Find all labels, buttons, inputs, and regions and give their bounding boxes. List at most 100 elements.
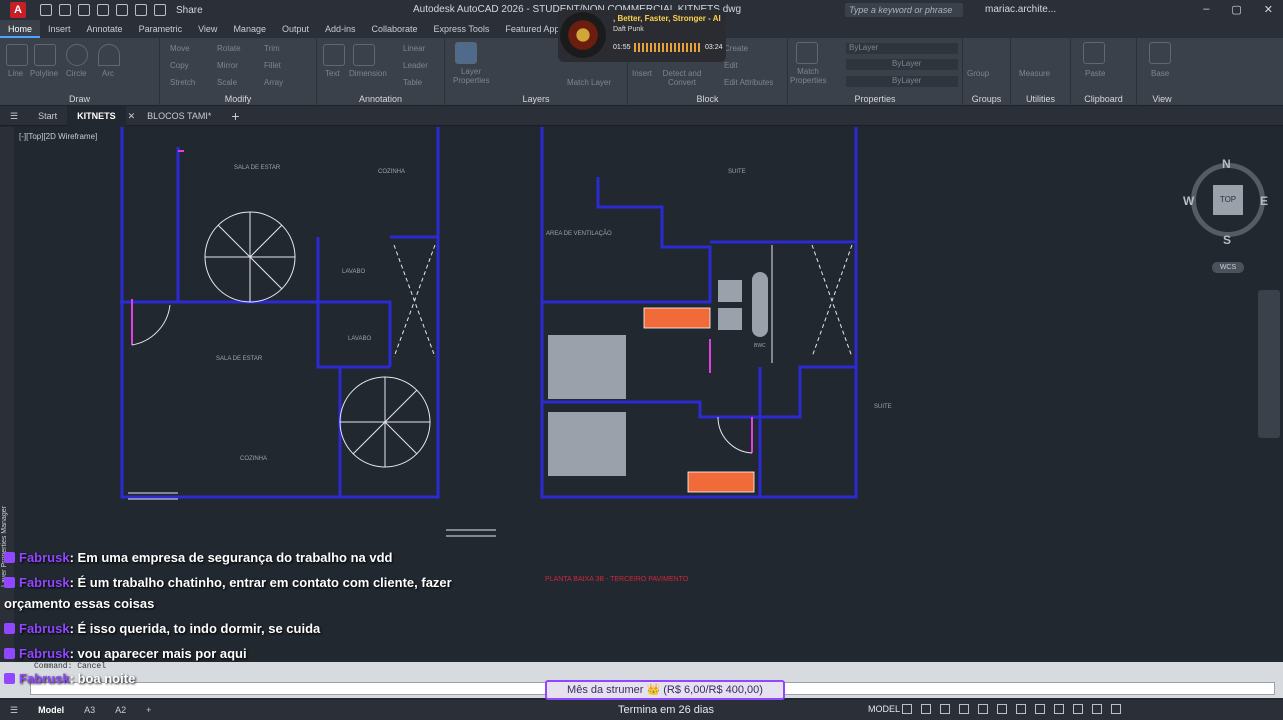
undo-icon[interactable]: [135, 4, 147, 16]
create-block-button[interactable]: Create: [724, 44, 748, 53]
otrack-icon[interactable]: [997, 704, 1007, 714]
compass-east[interactable]: E: [1260, 194, 1268, 208]
view-panel-title[interactable]: View: [1137, 94, 1187, 104]
compass-north[interactable]: N: [1222, 157, 1231, 171]
block-panel-title[interactable]: Block: [628, 94, 787, 104]
model-space-toggle[interactable]: MODEL: [868, 704, 900, 714]
color-select[interactable]: ByLayer: [846, 43, 958, 54]
trim-button[interactable]: Trim: [264, 44, 280, 53]
table-button[interactable]: Table: [403, 78, 422, 87]
scale-button[interactable]: Scale: [217, 78, 237, 87]
search-input[interactable]: Type a keyword or phrase: [845, 3, 963, 17]
array-button[interactable]: Array: [264, 78, 283, 87]
plot-icon[interactable]: [116, 4, 128, 16]
save-icon[interactable]: [78, 4, 90, 16]
tab-add-ins[interactable]: Add-ins: [317, 20, 364, 38]
paste-button[interactable]: Paste: [1085, 69, 1105, 78]
doc-tab-blocos-tami[interactable]: BLOCOS TAMI*: [137, 106, 221, 126]
new-file-icon[interactable]: [40, 4, 52, 16]
modify-panel-title[interactable]: Modify: [160, 94, 316, 104]
base-view-button[interactable]: Base: [1151, 69, 1169, 78]
tab-insert[interactable]: Insert: [40, 20, 79, 38]
customization-icon[interactable]: [1111, 704, 1121, 714]
linetype-select[interactable]: ByLayer: [846, 59, 958, 70]
utilities-panel-title[interactable]: Utilities: [1011, 94, 1070, 104]
match-properties-button[interactable]: Match Properties: [790, 67, 826, 85]
open-file-icon[interactable]: [59, 4, 71, 16]
dimension-icon[interactable]: [353, 44, 375, 66]
redo-icon[interactable]: [154, 4, 166, 16]
lineweight-icon[interactable]: [1016, 704, 1026, 714]
add-layout-icon[interactable]: +: [136, 705, 161, 715]
share-button[interactable]: Share: [176, 5, 203, 16]
text-button[interactable]: Text: [325, 69, 340, 78]
app-menu-icon[interactable]: ☰: [0, 106, 28, 126]
edit-attributes-button[interactable]: Edit Attributes: [724, 78, 773, 87]
match-layer-button[interactable]: Match Layer: [567, 78, 611, 87]
wcs-menu[interactable]: WCS: [1212, 262, 1244, 273]
draw-panel-title[interactable]: Draw: [0, 94, 159, 104]
groups-panel-title[interactable]: Groups: [963, 94, 1010, 104]
group-button[interactable]: Group: [967, 69, 989, 78]
mirror-button[interactable]: Mirror: [217, 61, 238, 70]
viewport-controls[interactable]: [-][Top][2D Wireframe]: [19, 132, 97, 141]
close-icon[interactable]: ✕: [1264, 3, 1273, 16]
ortho-icon[interactable]: [940, 704, 950, 714]
rotate-button[interactable]: Rotate: [217, 44, 241, 53]
stretch-button[interactable]: Stretch: [170, 78, 195, 87]
polar-icon[interactable]: [959, 704, 969, 714]
selection-cycling-icon[interactable]: [1054, 704, 1064, 714]
arc-icon[interactable]: [98, 44, 120, 66]
tab-home[interactable]: Home: [0, 20, 41, 38]
annotation-scale-icon[interactable]: [1073, 704, 1083, 714]
tab-view[interactable]: View: [190, 20, 225, 38]
layer-properties-button[interactable]: Layer Properties: [453, 67, 489, 85]
navigation-bar[interactable]: [1258, 290, 1280, 438]
layout-menu-icon[interactable]: ☰: [0, 705, 28, 716]
polyline-icon[interactable]: [34, 44, 56, 66]
line-button[interactable]: Line: [8, 69, 23, 78]
properties-panel-title[interactable]: Properties: [788, 94, 962, 104]
doc-tab-kitnets[interactable]: KITNETS: [67, 105, 126, 126]
circle-icon[interactable]: [66, 44, 88, 66]
workspace-icon[interactable]: [1092, 704, 1102, 714]
viewcube[interactable]: TOP N S E W: [1183, 157, 1271, 247]
paste-icon[interactable]: [1083, 42, 1105, 64]
text-icon[interactable]: [323, 44, 345, 66]
dimension-button[interactable]: Dimension: [349, 69, 387, 78]
measure-button[interactable]: Measure: [1019, 69, 1050, 78]
leader-button[interactable]: Leader: [403, 61, 428, 70]
match-properties-icon[interactable]: [796, 42, 818, 64]
grid-icon[interactable]: [902, 704, 912, 714]
detect-convert-button[interactable]: Detect and Convert: [660, 69, 704, 87]
tab-output[interactable]: Output: [274, 20, 317, 38]
polyline-button[interactable]: Polyline: [30, 69, 58, 78]
base-view-icon[interactable]: [1149, 42, 1171, 64]
user-account-button[interactable]: mariac.archite...: [985, 4, 1056, 15]
doc-tab-start[interactable]: Start: [28, 106, 67, 126]
tab-parametric[interactable]: Parametric: [131, 20, 191, 38]
tab-manage[interactable]: Manage: [225, 20, 274, 38]
tab-collaborate[interactable]: Collaborate: [364, 20, 426, 38]
compass-west[interactable]: W: [1183, 194, 1194, 208]
compass-south[interactable]: S: [1223, 233, 1231, 247]
annotation-panel-title[interactable]: Annotation: [317, 94, 444, 104]
circle-button[interactable]: Circle: [66, 69, 86, 78]
maximize-icon[interactable]: ▢: [1231, 3, 1241, 16]
layers-panel-title[interactable]: Layers: [445, 94, 627, 104]
fillet-button[interactable]: Fillet: [264, 61, 281, 70]
minimize-icon[interactable]: –: [1203, 3, 1209, 16]
layout-tab-a3[interactable]: A3: [74, 705, 105, 715]
arc-button[interactable]: Arc: [102, 69, 114, 78]
lineweight-select[interactable]: ByLayer: [846, 76, 958, 87]
new-tab-icon[interactable]: +: [221, 106, 249, 126]
close-tab-icon[interactable]: ✕: [126, 106, 138, 126]
osnap-icon[interactable]: [978, 704, 988, 714]
autocad-logo-icon[interactable]: A: [10, 2, 26, 18]
transparency-icon[interactable]: [1035, 704, 1045, 714]
line-icon[interactable]: [6, 44, 28, 66]
floor-plan-drawing[interactable]: SALA DE ESTAR COZINHA LAVABO LAVABO SALA…: [100, 127, 900, 583]
insert-block-button[interactable]: Insert: [632, 69, 652, 78]
clipboard-panel-title[interactable]: Clipboard: [1071, 94, 1136, 104]
linear-button[interactable]: Linear: [403, 44, 425, 53]
